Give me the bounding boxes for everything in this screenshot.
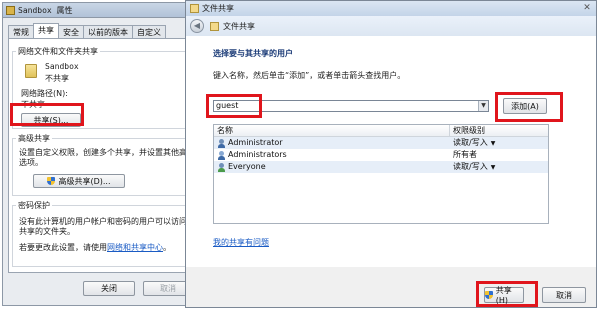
row-name: Everyone xyxy=(228,162,266,171)
user-name-combobox[interactable]: guest ▼ xyxy=(213,100,489,112)
properties-footer: 关闭 取消 xyxy=(3,275,201,305)
properties-title: Sandbox 属性 xyxy=(18,5,73,15)
share-button[interactable]: 共享(S)... xyxy=(21,113,81,127)
add-button[interactable]: 添加(A) xyxy=(503,98,547,114)
properties-titlebar: Sandbox 属性 xyxy=(3,3,201,18)
column-header-permission[interactable]: 权限级别 xyxy=(450,125,548,136)
properties-dialog: Sandbox 属性 常规 共享 安全 以前的版本 自定义 网络文件和文件夹共享… xyxy=(2,2,202,306)
file-sharing-titlebar: 文件共享 xyxy=(186,1,596,16)
close-button[interactable]: 关闭 xyxy=(83,281,135,296)
uac-shield-icon xyxy=(47,177,56,185)
instruction-text: 键入名称，然后单击“添加”，或者单击箭头查找用户。 xyxy=(213,71,406,80)
advanced-sharing-legend: 高级共享 xyxy=(16,133,52,144)
advanced-sharing-group: 高级共享 设置自定义权限，创建多个共享，并设置其他高 选项。 高级共享(D)..… xyxy=(12,133,194,196)
password-change-suffix: 。 xyxy=(163,243,171,252)
properties-tabs: 常规 共享 安全 以前的版本 自定义 xyxy=(8,23,166,38)
share-confirm-label: 共享(H) xyxy=(495,286,512,305)
file-sharing-dialog: 文件共享 ✕ ◀ 文件共享 选择要与其共享的用户 键入名称，然后单击“添加”，或… xyxy=(185,0,597,308)
sharing-tab-panel: 网络文件和文件夹共享 Sandbox 不共享 网络路径(N): 不共享 共享(S… xyxy=(8,38,198,273)
password-change-text: 若要更改此设置，请使用网络和共享中心。 xyxy=(19,242,171,253)
password-change-prefix: 若要更改此设置，请使用 xyxy=(19,243,107,252)
file-sharing-title: 文件共享 xyxy=(202,4,234,13)
network-path-value: 不共享 xyxy=(21,100,45,109)
share-confirm-button[interactable]: 共享(H) xyxy=(484,286,524,305)
permission-dropdown-icon[interactable]: ▼ xyxy=(491,140,496,147)
folder-name: Sandbox xyxy=(45,62,79,71)
row-name: Administrators xyxy=(228,150,287,159)
user-name-input[interactable]: guest xyxy=(216,101,238,110)
network-sharing-center-link[interactable]: 网络和共享中心 xyxy=(107,243,163,252)
share-icon xyxy=(210,21,219,31)
advanced-sharing-desc-2: 选项。 xyxy=(19,158,43,167)
password-protection-legend: 密码保护 xyxy=(16,200,52,211)
permission-dropdown-icon[interactable]: ▼ xyxy=(491,164,496,171)
password-desc-2: 共享的文件夹。 xyxy=(19,227,75,236)
folder-icon xyxy=(6,5,15,15)
advanced-sharing-desc-1: 设置自定义权限，创建多个共享，并设置其他高 xyxy=(19,148,187,157)
back-arrow-icon[interactable]: ◀ xyxy=(190,19,204,33)
tab-previous-versions[interactable]: 以前的版本 xyxy=(83,25,133,38)
tab-security[interactable]: 安全 xyxy=(58,25,84,38)
row-permission[interactable]: 读取/写入 xyxy=(453,138,488,147)
sharing-trouble-link[interactable]: 我的共享有问题 xyxy=(213,237,269,248)
dropdown-arrow-icon[interactable]: ▼ xyxy=(478,101,488,111)
network-path-label: 网络路径(N): xyxy=(21,89,68,98)
tab-customize[interactable]: 自定义 xyxy=(132,25,166,38)
row-name: Administrator xyxy=(228,138,283,147)
advanced-sharing-button[interactable]: 高级共享(D)... xyxy=(33,174,125,188)
folder-share-status: 不共享 xyxy=(45,74,69,83)
group-icon xyxy=(217,150,226,160)
file-sharing-content: 选择要与其共享的用户 键入名称，然后单击“添加”，或者单击箭头查找用户。 gue… xyxy=(186,36,596,267)
row-permission[interactable]: 读取/写入 xyxy=(453,162,488,171)
permissions-table: 名称 权限级别 Administrator 读取/写入 ▼ Administrat… xyxy=(213,124,549,224)
uac-shield-icon xyxy=(485,291,493,299)
user-icon xyxy=(217,138,226,148)
nav-title: 文件共享 xyxy=(223,21,255,31)
row-permission: 所有者 xyxy=(453,150,477,159)
advanced-sharing-button-label: 高级共享(D)... xyxy=(58,176,111,186)
password-protection-group: 密码保护 没有此计算机的用户帐户和密码的用户可以访问 共享的文件夹。 若要更改此… xyxy=(12,200,194,267)
close-icon[interactable]: ✕ xyxy=(581,3,593,14)
everyone-icon xyxy=(217,162,226,172)
table-row[interactable]: Administrator 读取/写入 ▼ xyxy=(214,137,548,149)
share-icon xyxy=(190,4,199,13)
folder-icon xyxy=(25,64,37,78)
network-sharing-group: 网络文件和文件夹共享 Sandbox 不共享 网络路径(N): 不共享 共享(S… xyxy=(12,46,194,129)
table-header: 名称 权限级别 xyxy=(214,125,548,137)
table-row[interactable]: Administrators 所有者 xyxy=(214,149,548,161)
tab-sharing[interactable]: 共享 xyxy=(33,23,59,38)
nav-bar: ◀ 文件共享 xyxy=(186,16,596,36)
share-cancel-button[interactable]: 取消 xyxy=(542,287,586,303)
network-sharing-legend: 网络文件和文件夹共享 xyxy=(16,46,100,57)
page-heading: 选择要与其共享的用户 xyxy=(213,49,293,58)
tab-general[interactable]: 常规 xyxy=(8,25,34,38)
column-header-name[interactable]: 名称 xyxy=(214,125,450,136)
table-row[interactable]: Everyone 读取/写入 ▼ xyxy=(214,161,548,173)
